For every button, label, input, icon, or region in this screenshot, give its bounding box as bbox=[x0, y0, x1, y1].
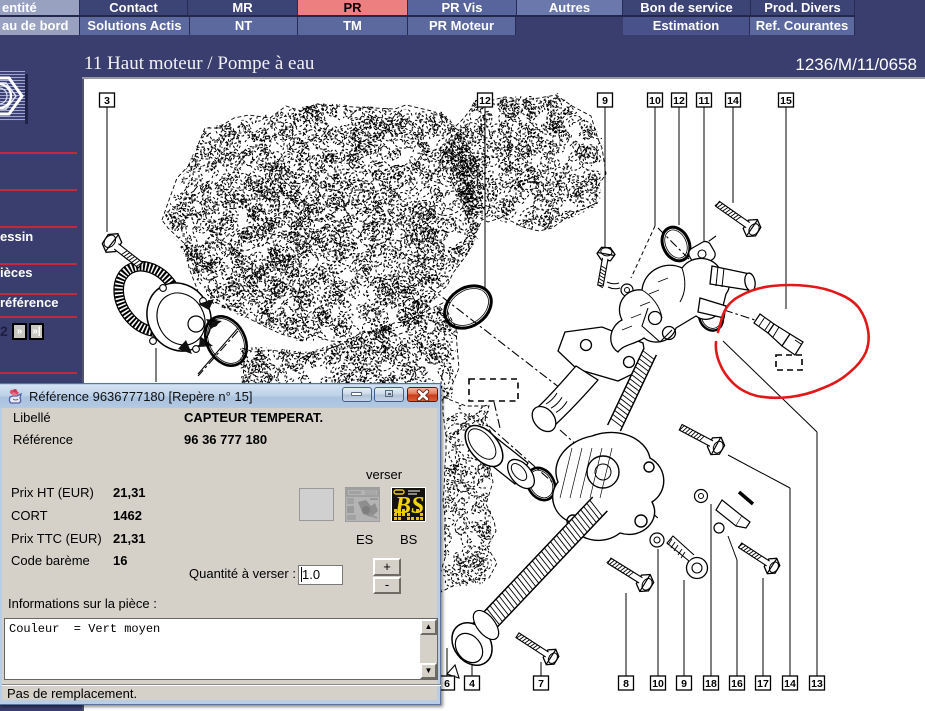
svg-text:14: 14 bbox=[727, 95, 739, 107]
svg-text:9: 9 bbox=[602, 95, 608, 107]
svg-text:15: 15 bbox=[780, 95, 792, 107]
svg-text:9: 9 bbox=[681, 678, 687, 690]
svg-text:7: 7 bbox=[538, 678, 544, 690]
svg-text:10: 10 bbox=[652, 678, 664, 690]
svg-text:11: 11 bbox=[698, 95, 709, 107]
svg-text:12: 12 bbox=[479, 95, 491, 107]
svg-text:16: 16 bbox=[731, 678, 743, 690]
svg-text:4: 4 bbox=[469, 678, 475, 690]
svg-text:3: 3 bbox=[104, 95, 110, 107]
svg-text:12: 12 bbox=[673, 95, 685, 107]
svg-text:14: 14 bbox=[784, 678, 796, 690]
svg-text:10: 10 bbox=[649, 95, 661, 107]
svg-text:8: 8 bbox=[623, 678, 629, 690]
svg-text:17: 17 bbox=[757, 678, 769, 690]
svg-text:18: 18 bbox=[705, 678, 717, 690]
svg-text:BS: BS bbox=[394, 493, 424, 519]
svg-text:6: 6 bbox=[444, 678, 450, 690]
svg-text:13: 13 bbox=[811, 678, 823, 690]
